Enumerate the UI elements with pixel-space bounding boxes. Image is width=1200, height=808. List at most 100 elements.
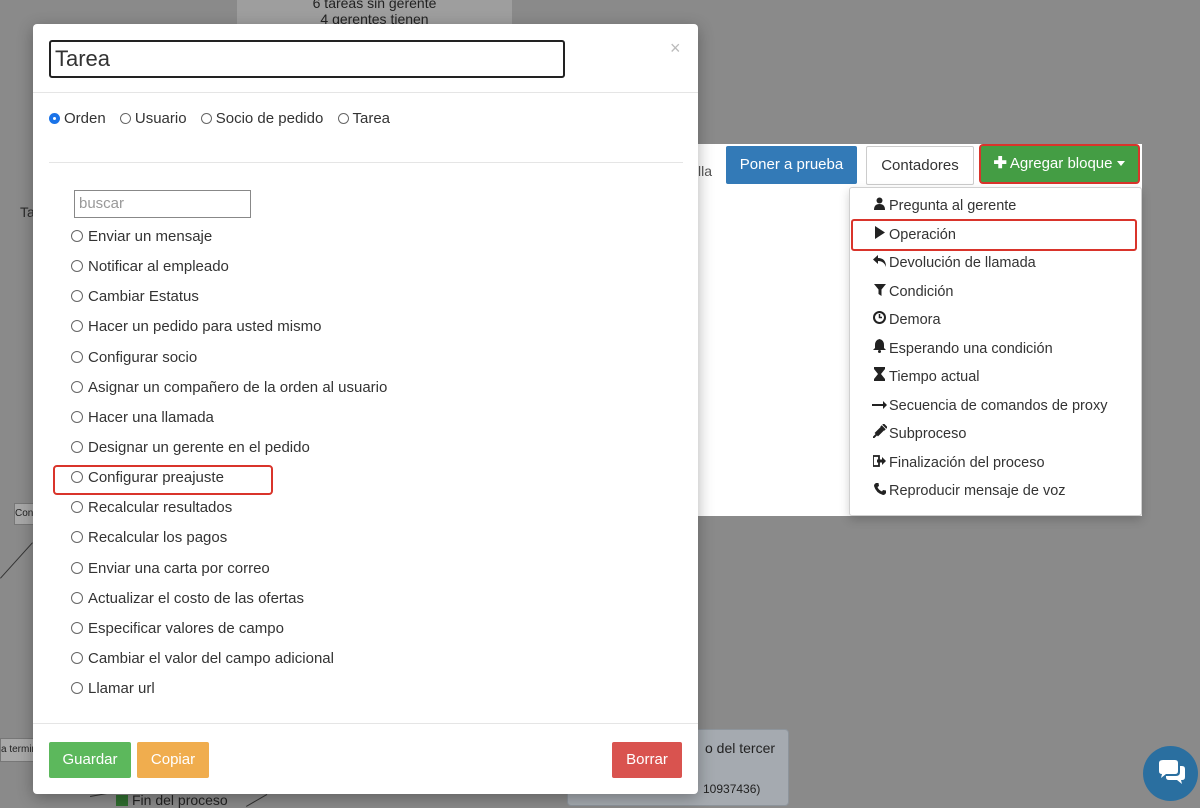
node-id: 10937436) <box>703 782 761 796</box>
radio-indicator <box>71 531 83 544</box>
dropdown-item-operation[interactable]: Operación <box>872 222 956 248</box>
bell-icon <box>872 336 887 362</box>
operation-label: Asignar un compañero de la orden al usua… <box>88 378 388 396</box>
dropdown-item-delay[interactable]: Demora <box>872 307 941 333</box>
hourglass-icon <box>872 364 887 390</box>
operation-option[interactable]: Enviar una carta por correo <box>71 556 387 586</box>
dropdown-item-label: Finalización del proceso <box>889 455 1045 471</box>
operation-option[interactable]: Notificar al empleado <box>71 254 387 284</box>
copy-button[interactable]: Copiar <box>137 742 209 778</box>
radio-indicator <box>200 113 212 124</box>
dropdown-item-process-end[interactable]: Finalización del proceso <box>871 450 1045 476</box>
operation-label: Llamar url <box>88 680 155 698</box>
operation-option[interactable]: Llamar url <box>71 676 387 706</box>
close-icon[interactable]: × <box>670 38 681 59</box>
dropdown-item-voice-message[interactable]: Reproducir mensaje de voz <box>872 478 1066 504</box>
modal-footer: Guardar Copiar Borrar <box>33 723 698 795</box>
operation-option[interactable]: Asignar un compañero de la orden al usua… <box>71 375 387 405</box>
radio-label: Usuario <box>134 110 187 127</box>
operation-label: Especificar valores de campo <box>88 619 284 637</box>
filter-icon <box>872 279 887 305</box>
task-modal: × Orden Usuario Socio de pedido Tarea En… <box>33 24 698 794</box>
radio-user[interactable]: Usuario <box>119 110 187 127</box>
dropdown-item-subprocess[interactable]: Subproceso <box>871 421 967 447</box>
chat-icon <box>1159 760 1185 784</box>
operation-label: Configurar preajuste <box>88 469 224 487</box>
operation-option[interactable]: Cambiar Estatus <box>71 284 387 314</box>
radio-indicator <box>119 113 131 124</box>
radio-indicator <box>71 260 83 273</box>
dropdown-item-wait-condition[interactable]: Esperando una condición <box>872 336 1053 362</box>
radio-indicator <box>49 113 60 124</box>
dropdown-item-condition[interactable]: Condición <box>872 279 954 305</box>
radio-label: Socio de pedido <box>215 110 324 127</box>
operation-option[interactable]: Hacer un pedido para usted mismo <box>71 314 387 344</box>
radio-indicator <box>71 682 83 695</box>
operation-option[interactable]: Enviar un mensaje <box>71 224 387 254</box>
operation-option[interactable]: Designar un gerente en el pedido <box>71 435 387 465</box>
radio-indicator <box>71 440 83 453</box>
plug-icon <box>871 421 888 447</box>
dropdown-item-label: Subproceso <box>889 426 967 442</box>
dropdown-item-proxy-script[interactable]: Secuencia de comandos de proxy <box>872 393 1107 419</box>
operation-option[interactable]: Recalcular resultados <box>71 495 387 525</box>
counters-button[interactable]: Contadores <box>866 146 974 185</box>
task-title-input[interactable] <box>49 40 565 78</box>
chat-button[interactable] <box>1143 746 1198 801</box>
connector-line <box>246 794 268 807</box>
operation-option[interactable]: Recalcular los pagos <box>71 525 387 555</box>
delete-button[interactable]: Borrar <box>612 742 682 778</box>
radio-indicator <box>71 501 83 514</box>
node-title: o del tercer <box>705 740 776 756</box>
test-button[interactable]: Poner a prueba <box>726 146 857 184</box>
operation-label: Hacer un pedido para usted mismo <box>88 318 322 336</box>
operation-option[interactable]: Cambiar el valor del campo adicional <box>71 646 387 676</box>
radio-indicator <box>71 561 83 574</box>
radio-indicator <box>71 651 83 664</box>
reply-icon <box>872 250 887 276</box>
dropdown-item-label: Devolución de llamada <box>889 255 1036 271</box>
operation-option[interactable]: Hacer una llamada <box>71 405 387 435</box>
operation-option[interactable]: Actualizar el costo de las ofertas <box>71 586 387 616</box>
operation-label: Enviar un mensaje <box>88 228 213 245</box>
operation-option[interactable]: Configurar socio <box>71 345 387 375</box>
add-block-dropdown: Pregunta al gerente Operación Devolución… <box>849 187 1142 516</box>
radio-order-partner[interactable]: Socio de pedido <box>200 110 324 127</box>
dropdown-item-label: Reproducir mensaje de voz <box>889 483 1066 499</box>
operation-label: Configurar socio <box>88 348 198 366</box>
radio-label: Tarea <box>352 110 391 127</box>
dropdown-item-label: Pregunta al gerente <box>889 198 1017 214</box>
dropdown-item-label: Condición <box>889 284 954 300</box>
dropdown-item-label: Operación <box>889 227 956 243</box>
radio-order[interactable]: Orden <box>49 110 106 127</box>
clock-icon <box>872 307 887 333</box>
dropdown-item-label: Demora <box>889 312 941 328</box>
dropdown-item-label: Tiempo actual <box>889 369 980 385</box>
radio-indicator <box>71 410 83 423</box>
toolbar-fragment: lla <box>698 163 713 179</box>
radio-indicator <box>71 320 83 333</box>
dropdown-item-ask-manager[interactable]: Pregunta al gerente <box>872 193 1016 219</box>
phone-icon <box>872 478 887 504</box>
modal-header: × <box>33 24 698 93</box>
radio-task[interactable]: Tarea <box>337 110 391 127</box>
operation-label: Hacer una llamada <box>88 408 214 426</box>
radio-label: Orden <box>64 110 106 127</box>
radio-indicator <box>71 380 83 393</box>
dropdown-item-label: Secuencia de comandos de proxy <box>889 398 1108 414</box>
entity-type-radio-group: Orden Usuario Socio de pedido Tarea <box>49 110 400 134</box>
radio-indicator <box>71 290 83 303</box>
operation-option[interactable]: Especificar valores de campo <box>71 616 387 646</box>
sign-out-icon <box>871 450 887 476</box>
dropdown-item-current-time[interactable]: Tiempo actual <box>872 364 980 390</box>
arrow-right-icon <box>872 393 887 419</box>
connector-line <box>0 542 33 579</box>
plus-icon: ✚ <box>993 155 1007 172</box>
operation-option-configure-preset[interactable]: Configurar preajuste <box>71 465 387 495</box>
save-button[interactable]: Guardar <box>49 742 131 778</box>
operation-search-input[interactable] <box>74 190 251 218</box>
add-block-button[interactable]: ✚ Agregar bloque <box>981 146 1138 182</box>
radio-indicator <box>337 113 349 124</box>
dropdown-item-callback[interactable]: Devolución de llamada <box>872 250 1036 276</box>
operation-label: Cambiar el valor del campo adicional <box>88 649 334 667</box>
